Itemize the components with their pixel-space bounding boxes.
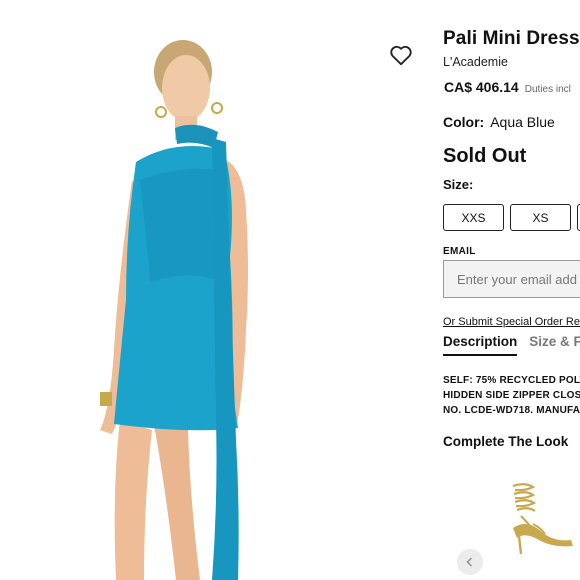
special-order-link[interactable]: Or Submit Special Order Req <box>443 316 580 328</box>
tab-size-fit[interactable]: Size & F <box>529 334 580 356</box>
color-value: Aqua Blue <box>490 114 555 130</box>
product-image-gallery <box>0 0 483 580</box>
color-label: Color: <box>443 114 485 130</box>
price-row: CA$ 406.14 Duties incl <box>444 79 571 97</box>
brand-link[interactable]: L'Academie <box>443 55 508 69</box>
size-option-xxs[interactable]: XXS <box>443 204 504 231</box>
size-label: Size: <box>443 177 474 192</box>
complete-the-look-heading: Complete The Look <box>443 434 569 449</box>
color-row: Color: Aqua Blue <box>443 114 555 130</box>
availability-status: Sold Out <box>443 145 527 167</box>
description-line: NO. LCDE-WD718. MANUFAC <box>443 405 580 416</box>
product-title: Pali Mini Dress <box>443 28 580 49</box>
duties-note: Duties incl <box>524 84 571 95</box>
email-label: EMAIL <box>443 246 476 257</box>
wishlist-button[interactable] <box>388 42 414 68</box>
product-photo[interactable] <box>40 20 380 580</box>
info-tabs: Description Size & F <box>443 334 580 356</box>
tab-description[interactable]: Description <box>443 334 518 356</box>
description-line: HIDDEN SIDE ZIPPER CLOSUR <box>443 390 580 401</box>
description-line: SELF: 75% RECYCLED POLYES <box>443 375 580 386</box>
complete-look-sandal-image[interactable] <box>503 478 580 558</box>
heart-outline-icon <box>390 46 412 66</box>
price: CA$ 406.14 <box>444 79 519 95</box>
product-details-panel: Pali Mini Dress L'Academie CA$ 406.14 Dut… <box>443 0 580 580</box>
description-text: SELF: 75% RECYCLED POLYES HIDDEN SIDE ZI… <box>443 373 580 418</box>
size-option-xs[interactable]: XS <box>510 204 571 231</box>
email-field[interactable] <box>443 260 580 298</box>
size-selector: XXS XS S <box>443 204 580 231</box>
